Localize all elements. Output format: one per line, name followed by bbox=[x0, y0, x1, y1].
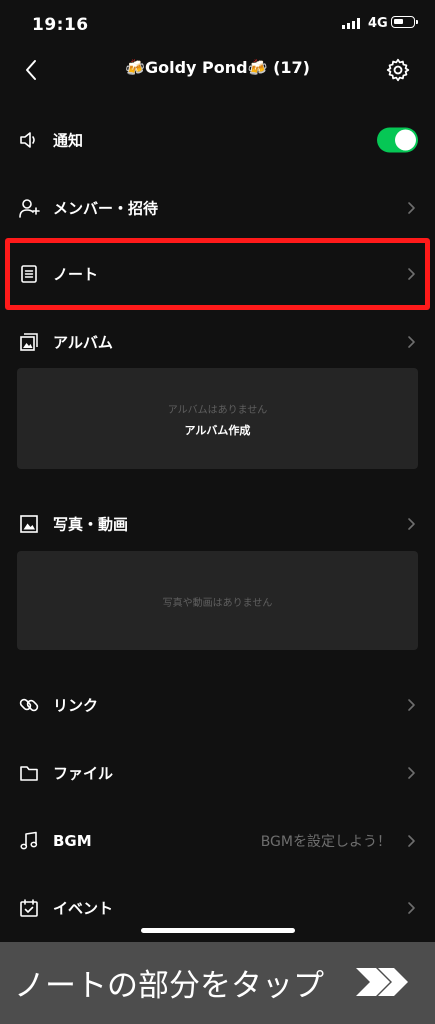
photos-panel: 写真や動画はありません bbox=[17, 551, 418, 650]
note-highlight-box bbox=[5, 238, 430, 310]
bgm-value: BGMを設定しよう！ bbox=[260, 834, 391, 850]
bgm-label: BGM bbox=[53, 832, 92, 850]
row-notifications: 通知 bbox=[0, 110, 435, 170]
events-label: イベント bbox=[53, 899, 114, 918]
chevron-right-icon bbox=[408, 767, 415, 779]
instruction-text: ノートの部分をタップ bbox=[14, 968, 324, 1004]
row-photos[interactable]: 写真・動画 bbox=[0, 494, 435, 554]
chevron-right-icon bbox=[408, 835, 415, 847]
members-label: メンバー・招待 bbox=[53, 199, 159, 218]
notifications-toggle[interactable] bbox=[377, 127, 418, 153]
settings-gear-icon[interactable] bbox=[385, 57, 411, 83]
link-icon bbox=[19, 698, 39, 712]
chevron-right-icon bbox=[408, 202, 415, 214]
files-label: ファイル bbox=[53, 764, 114, 783]
chevron-right-icon bbox=[408, 518, 415, 530]
network-type: 4G bbox=[368, 16, 388, 31]
links-label: リンク bbox=[53, 696, 99, 715]
chevron-right-icon bbox=[408, 902, 415, 914]
chevron-right-icon bbox=[408, 336, 415, 348]
header: 🍻Goldy Pond🍻 (17) bbox=[0, 50, 435, 90]
photos-empty-text: 写真や動画はありません bbox=[162, 598, 273, 609]
double-arrow-icon bbox=[356, 968, 408, 996]
photos-label: 写真・動画 bbox=[53, 515, 129, 534]
home-indicator bbox=[141, 928, 295, 933]
add-person-icon bbox=[19, 199, 40, 218]
row-bgm[interactable]: BGM BGMを設定しよう！ bbox=[0, 811, 435, 871]
calendar-check-icon bbox=[20, 899, 38, 917]
status-bar: 19:16 4G bbox=[0, 0, 435, 50]
chat-title: 🍻Goldy Pond🍻 (17) bbox=[125, 58, 310, 77]
instruction-banner: ノートの部分をタップ bbox=[0, 942, 435, 1024]
row-album[interactable]: アルバム bbox=[0, 312, 435, 372]
create-album-button[interactable]: アルバム作成 bbox=[17, 422, 418, 438]
notifications-label: 通知 bbox=[53, 131, 84, 150]
row-files[interactable]: ファイル bbox=[0, 743, 435, 803]
signal-icon bbox=[342, 18, 360, 29]
album-panel: アルバムはありません アルバム作成 bbox=[17, 368, 418, 469]
folder-icon bbox=[20, 766, 38, 781]
status-time: 19:16 bbox=[32, 15, 89, 35]
row-members[interactable]: メンバー・招待 bbox=[0, 178, 435, 238]
album-icon bbox=[20, 333, 38, 351]
photo-icon bbox=[20, 515, 38, 533]
row-links[interactable]: リンク bbox=[0, 675, 435, 735]
music-note-icon bbox=[20, 831, 38, 850]
speaker-icon bbox=[20, 132, 35, 148]
chevron-right-icon bbox=[408, 699, 415, 711]
battery-icon bbox=[391, 16, 418, 28]
album-empty-text: アルバムはありません bbox=[167, 405, 268, 416]
album-label: アルバム bbox=[53, 333, 113, 352]
